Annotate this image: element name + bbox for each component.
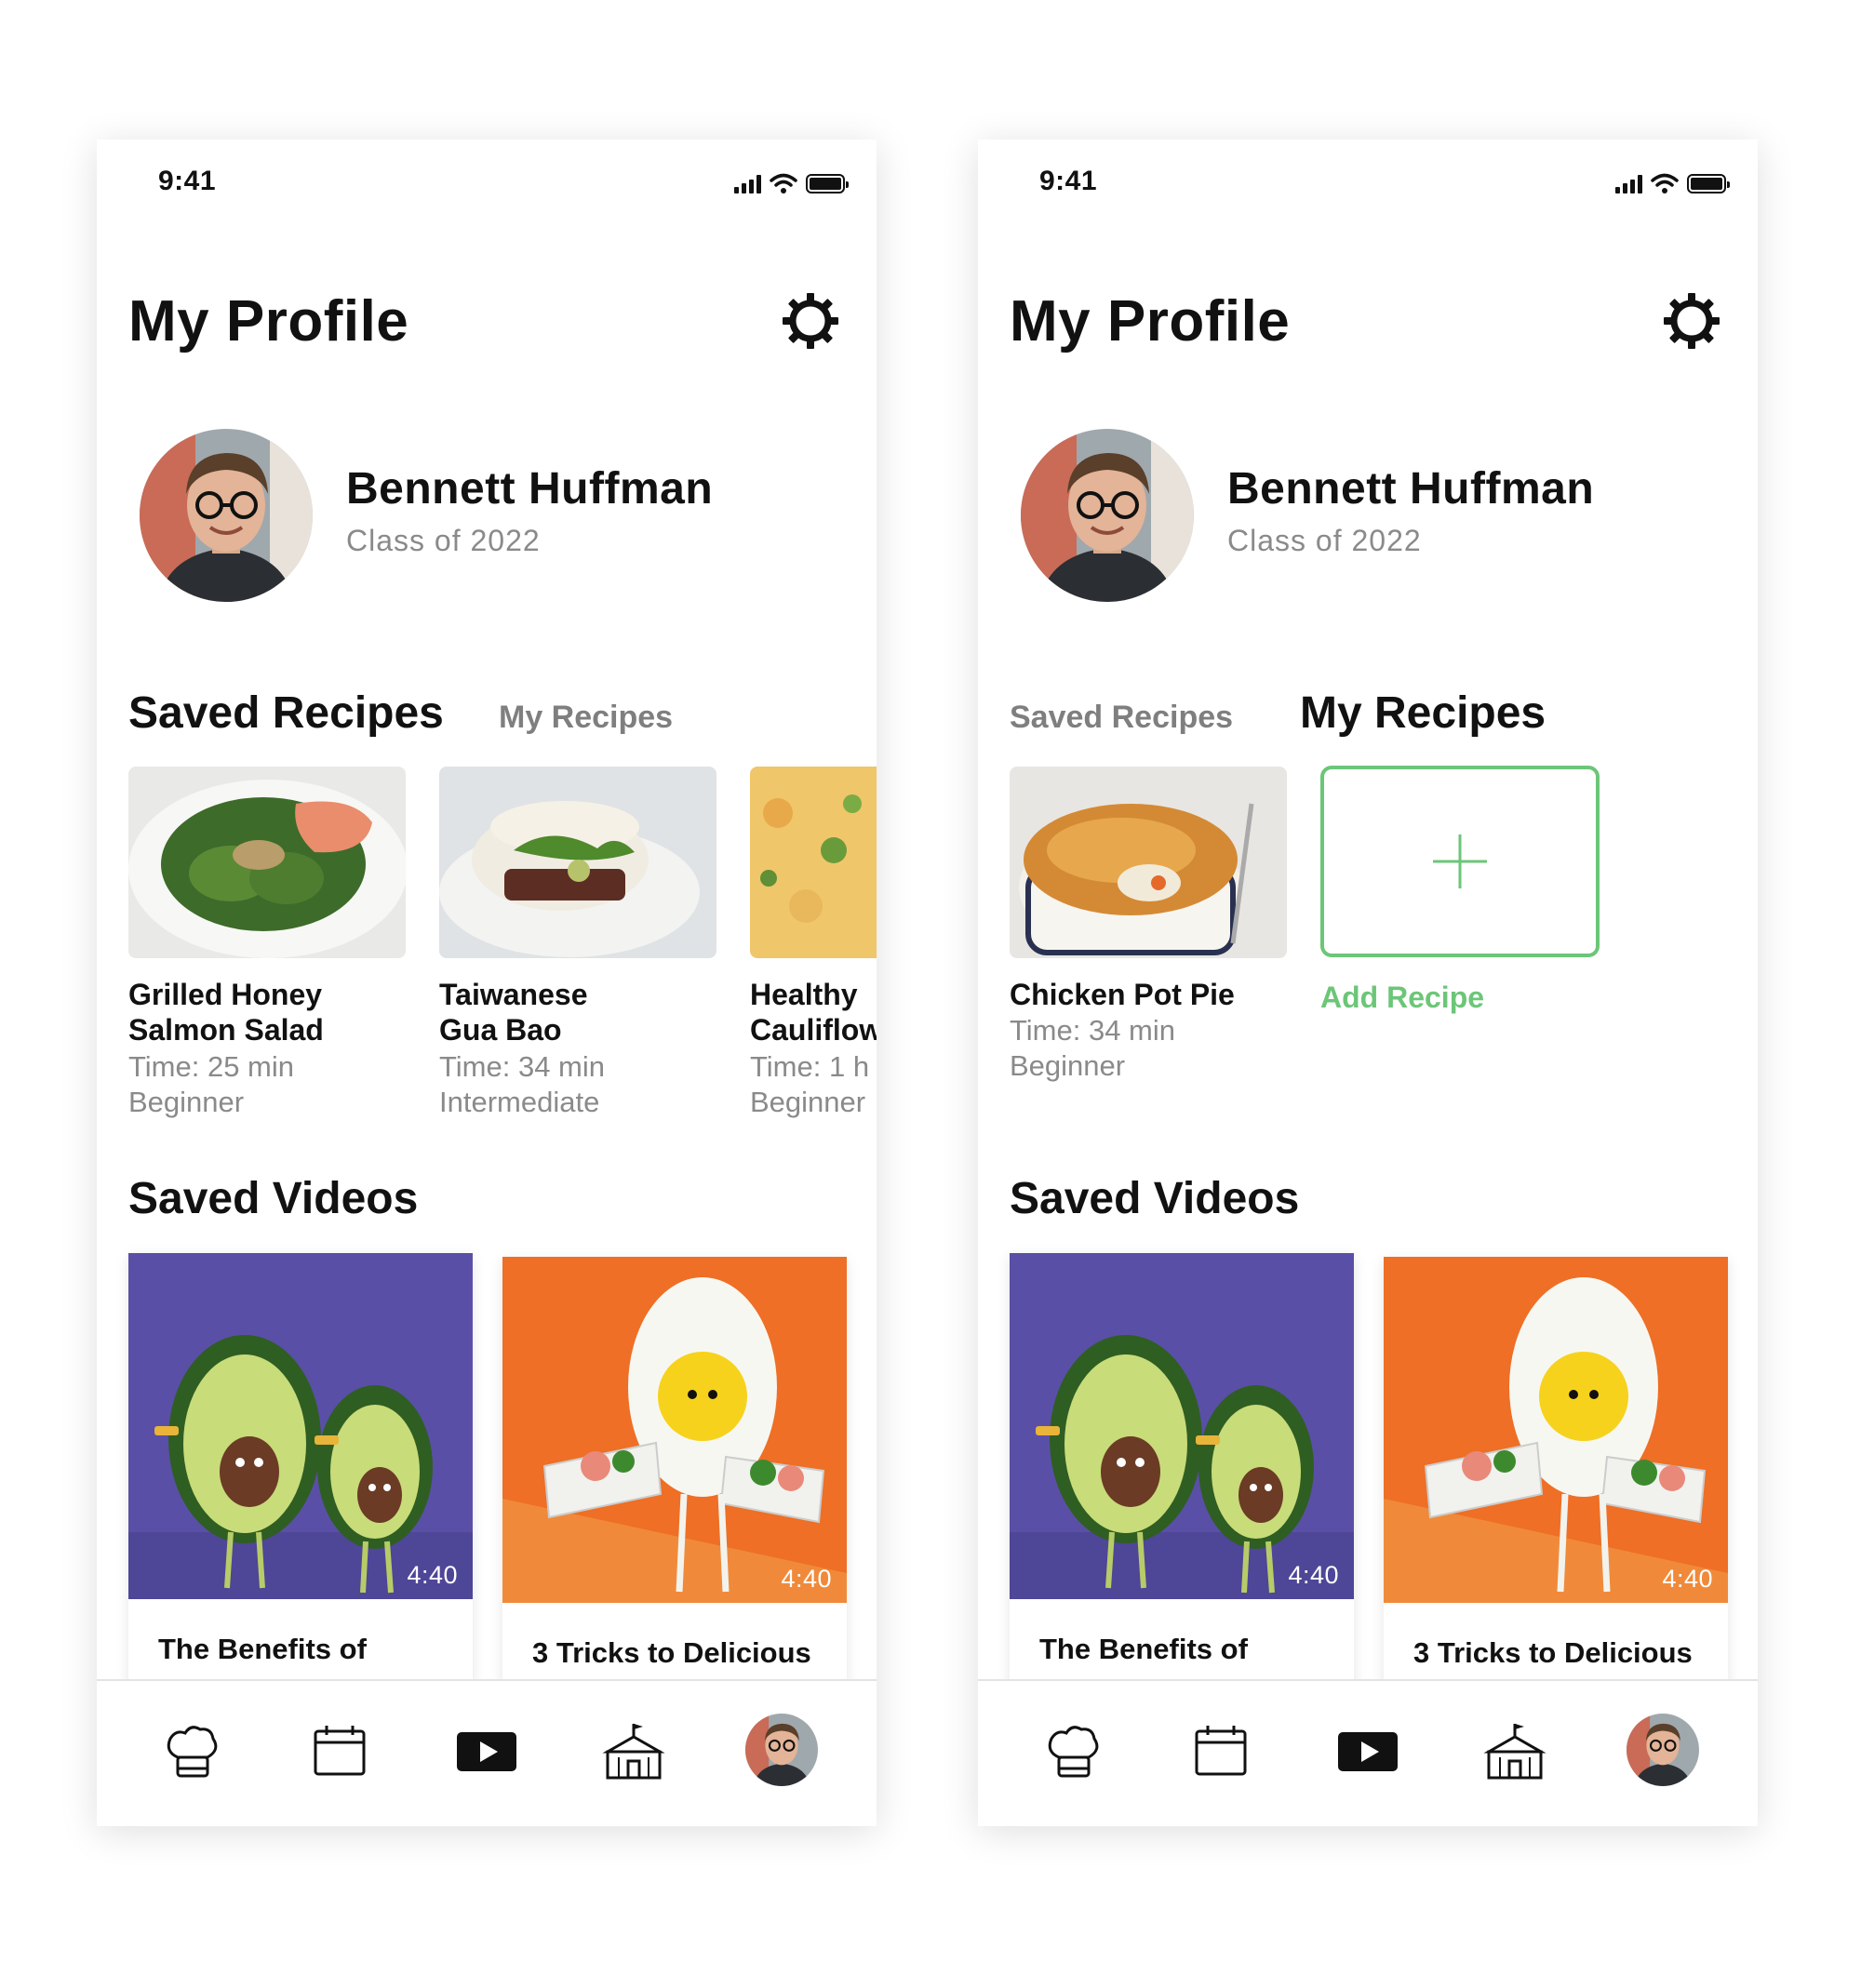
user-name: Bennett Huffman [346, 464, 714, 514]
signal-icon [734, 173, 761, 193]
video-card[interactable]: 4:40 The Benefits of [1010, 1253, 1354, 1690]
tab-my-recipes[interactable]: My Recipes [499, 700, 673, 736]
video-duration: 4:40 [1662, 1565, 1713, 1593]
school-icon[interactable] [602, 1720, 665, 1783]
video-duration: 4:40 [407, 1561, 458, 1589]
status-time: 9:41 [1039, 166, 1098, 196]
user-class-year: Class of 2022 [346, 524, 541, 557]
settings-gear-icon[interactable] [1661, 290, 1722, 352]
profile-avatar[interactable] [140, 429, 313, 602]
profile-avatar[interactable] [745, 1714, 818, 1786]
bottom-nav [978, 1679, 1758, 1826]
profile-avatar[interactable] [1021, 429, 1194, 602]
status-icons [734, 171, 849, 193]
calendar-icon[interactable] [1189, 1720, 1252, 1783]
video-title: 3 Tricks to Delicious [1413, 1636, 1693, 1669]
status-time: 9:41 [158, 166, 217, 196]
video-duration: 4:40 [781, 1565, 832, 1593]
bottom-nav [97, 1679, 877, 1826]
chef-hat-icon[interactable] [161, 1720, 224, 1783]
recipe-level: Beginner [750, 1086, 866, 1118]
recipe-title: Healthy Cauliflow [750, 978, 877, 1047]
school-icon[interactable] [1483, 1720, 1546, 1783]
video-thumbnail-egg: 4:40 [502, 1257, 847, 1603]
page-title: My Profile [128, 289, 409, 354]
video-title: 3 Tricks to Delicious [532, 1636, 811, 1669]
video-play-icon[interactable] [1336, 1720, 1399, 1783]
wifi-icon [770, 173, 797, 193]
saved-videos-heading: Saved Videos [128, 1174, 419, 1223]
page-title: My Profile [1010, 289, 1291, 354]
status-icons [1615, 171, 1730, 193]
tab-saved-recipes[interactable]: Saved Recipes [1010, 700, 1233, 736]
battery-icon [1687, 174, 1730, 193]
phone-screen-saved-recipes: 9:41 My Profile Bennett Huffman Class of… [97, 140, 877, 1826]
settings-gear-icon[interactable] [780, 290, 841, 352]
recipe-image-chicken-pot-pie[interactable] [1010, 767, 1287, 958]
recipe-level: Intermediate [439, 1086, 600, 1118]
recipe-image-gua-bao[interactable] [439, 767, 716, 958]
user-name: Bennett Huffman [1227, 464, 1595, 514]
recipe-title: Chicken Pot Pie [1010, 978, 1235, 1011]
profile-avatar[interactable] [1627, 1714, 1699, 1786]
recipe-time: Time: 25 min [128, 1050, 295, 1083]
battery-icon [806, 174, 849, 193]
phone-screen-my-recipes: 9:41 My Profile Bennett Huffman Class of… [978, 140, 1758, 1826]
video-card[interactable]: 4:40 3 Tricks to Delicious [502, 1257, 847, 1694]
user-class-year: Class of 2022 [1227, 524, 1422, 557]
recipe-level: Beginner [128, 1086, 245, 1118]
video-thumbnail-avocados: 4:40 [128, 1253, 473, 1599]
recipe-title: Grilled Honey Salmon Salad [128, 978, 324, 1047]
chef-hat-icon[interactable] [1042, 1720, 1105, 1783]
add-recipe-button[interactable] [1320, 766, 1600, 957]
video-card[interactable]: 4:40 The Benefits of [128, 1253, 473, 1690]
signal-icon [1615, 173, 1642, 193]
recipe-time: Time: 34 min [1010, 1014, 1176, 1047]
recipe-image-salmon-salad[interactable] [128, 767, 406, 958]
video-thumbnail-avocados: 4:40 [1010, 1253, 1354, 1599]
video-thumbnail-egg: 4:40 [1384, 1257, 1728, 1603]
add-recipe-link[interactable]: Add Recipe [1320, 981, 1484, 1015]
wifi-icon [1651, 173, 1679, 193]
video-title: The Benefits of [158, 1633, 367, 1665]
saved-videos-heading: Saved Videos [1010, 1174, 1300, 1223]
tab-saved-recipes[interactable]: Saved Recipes [128, 687, 444, 739]
video-title: The Benefits of [1039, 1633, 1248, 1665]
recipe-level: Beginner [1010, 1049, 1126, 1082]
tab-my-recipes[interactable]: My Recipes [1300, 687, 1546, 739]
video-card[interactable]: 4:40 3 Tricks to Delicious [1384, 1257, 1728, 1694]
recipe-time: Time: 1 h [750, 1050, 870, 1083]
video-play-icon[interactable] [455, 1720, 518, 1783]
recipe-time: Time: 34 min [439, 1050, 606, 1083]
calendar-icon[interactable] [308, 1720, 371, 1783]
recipe-title: Taiwanese Gua Bao [439, 978, 588, 1047]
video-duration: 4:40 [1288, 1561, 1339, 1589]
recipe-image-cauliflower[interactable] [750, 767, 877, 958]
